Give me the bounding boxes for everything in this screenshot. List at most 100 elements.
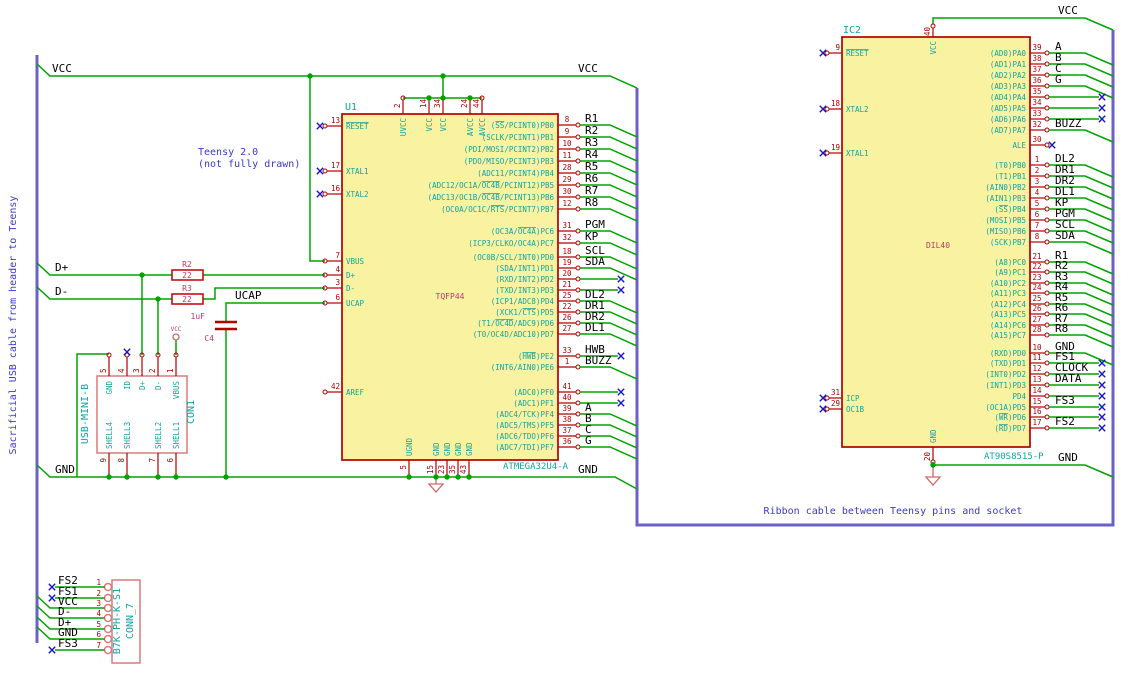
pin-name: (AIN0)PB2 [985,183,1026,192]
schematic-canvas: U1ATMEGA32U4-ATQFP4413RESET17XTAL116XTAL… [8,4,1115,664]
ic-u1-reference[interactable]: U1 [345,102,357,113]
pin-name: GND [454,442,463,456]
capacitor-c4-value[interactable]: 1uF [191,312,206,321]
pin-number: 23 [437,465,446,474]
net-label-ucap[interactable]: UCAP [235,289,262,302]
ic-ic2-footprint[interactable]: DIL40 [926,241,950,250]
pin-name: (AD2)PA2 [990,71,1026,80]
pin-number: 21 [1032,252,1041,261]
pin-number: 27 [1032,315,1041,324]
pin-ring [575,146,581,152]
net-label-r8[interactable]: R8 [585,196,598,209]
pin-name: D- [154,381,163,390]
pin-name: VCC [425,118,434,132]
connector-con1-reference[interactable]: CON1 [186,400,197,424]
junction-dot [124,474,130,480]
net-label-fs3[interactable]: FS3 [1055,394,1075,407]
pin-name: UGND [405,437,414,456]
net-label-gnd[interactable]: GND [55,463,75,476]
pin-number: 38 [1032,54,1042,63]
junction-dot [106,474,112,480]
net-label-vcc[interactable]: VCC [52,62,72,75]
net-label-fs3[interactable]: FS3 [58,637,78,650]
pin-ring [575,265,581,271]
pin-name: (RD)PD7 [994,424,1026,433]
pin-number: 11 [562,151,571,160]
pin-number: 43 [459,465,468,474]
net-label-sda[interactable]: SDA [585,255,605,268]
net-label-d+[interactable]: D+ [55,261,69,274]
pin-name: (AD1)PA1 [990,60,1026,69]
net-label-buzz[interactable]: BUZZ [585,354,612,367]
pin-name: (A12)PC4 [990,300,1027,309]
net-label-gnd[interactable]: GND [1058,451,1078,464]
net-label-vcc[interactable]: VCC [1058,4,1078,17]
pin-name: (AD5)PA5 [990,104,1026,113]
net-label-data[interactable]: DATA [1055,372,1082,385]
net-label-vcc[interactable]: VCC [578,62,598,75]
pin-name: (A13)PC5 [990,310,1026,319]
pin-name: XTAL2 [846,105,869,114]
resistor-r2-value[interactable]: 22 [182,271,192,280]
pin-number: 26 [562,313,572,322]
capacitor-c4-reference[interactable]: C4 [204,334,214,343]
pin-number: 2 [148,368,157,373]
net-label-r8[interactable]: R8 [1055,322,1068,335]
net-label-sda[interactable]: SDA [1055,229,1075,242]
pin-ring [824,150,830,156]
pin-number: 3 [335,278,340,287]
net-label-kp[interactable]: KP [585,230,599,243]
connector-con1-value[interactable]: USB-MINI-B [80,384,91,444]
resistor-r2-reference[interactable]: R2 [182,260,192,269]
net-label-dl1[interactable]: DL1 [585,321,605,334]
pin-number: 4 [96,609,101,618]
net-label-g[interactable]: G [585,434,592,447]
pin-ring [575,298,581,304]
resistor-r3-reference[interactable]: R3 [182,284,192,293]
pin-number: 31 [562,221,571,230]
pin-name: (ADC7/TDI)PF7 [495,443,554,452]
pin-ring [575,134,581,140]
pin-number: 7 [96,641,101,650]
net-label-buzz[interactable]: BUZZ [1055,117,1082,130]
pin-ring [322,191,328,197]
net-label-g[interactable]: G [1055,73,1062,86]
pin-name: VBUS [172,381,181,400]
pin-ring [1044,239,1050,245]
pin-number: 14 [1032,386,1042,395]
pin-name: RESET [346,122,369,131]
pin-name: (ADC13/OC1B/OC4B/PCINT13)PB6 [428,193,555,202]
pin-name: GND [443,442,452,456]
net-label-gnd[interactable]: GND [578,463,598,476]
pin-number: 8 [117,458,126,463]
note-sacrificial-usb-cable[interactable]: Sacrificial USB cable from header to Tee… [8,196,19,455]
pin-name: (A15)PC7 [990,331,1026,340]
resistor-r3-value[interactable]: 22 [182,295,192,304]
pin-ring [1044,322,1050,328]
net-label-fs2[interactable]: FS2 [1055,415,1075,428]
pin-name: XTAL1 [846,149,869,158]
note-teensy-line1[interactable]: Teensy 2.0 [198,147,258,158]
pin-number: 24 [460,98,469,108]
note-ribbon-cable[interactable]: Ribbon cable between Teensy pins and soc… [764,506,1023,517]
ic-u1-value[interactable]: ATMEGA32U4-A [503,462,569,472]
pin-number: 15 [426,465,435,474]
ic-ic2-reference[interactable]: IC2 [843,25,861,36]
pin-number: 1 [96,578,101,587]
pin-number: 4 [117,368,126,373]
junction-dot [930,462,936,468]
connector-conn7-value[interactable]: B7K-PH-K-S1 [112,588,123,654]
pin-name: VBUS [346,257,365,266]
net-label-d-[interactable]: D- [55,285,68,298]
junction-dot [139,272,145,278]
pin-name: (A9)PC1 [994,268,1026,277]
ic-ic2-value[interactable]: AT90S8515-P [984,452,1044,462]
junction-dot [467,95,473,101]
note-teensy-line2[interactable]: (not fully drawn) [198,159,300,170]
pin-name: (PDI/MOSI/PCINT2)PB2 [464,145,554,154]
pin-number: 5 [99,368,108,373]
connector-conn7-reference[interactable]: CONN_7 [125,603,136,639]
pin-number: 4 [335,265,340,274]
pin-name: GND [929,429,938,443]
ic-u1-footprint[interactable]: TQFP44 [436,292,465,301]
